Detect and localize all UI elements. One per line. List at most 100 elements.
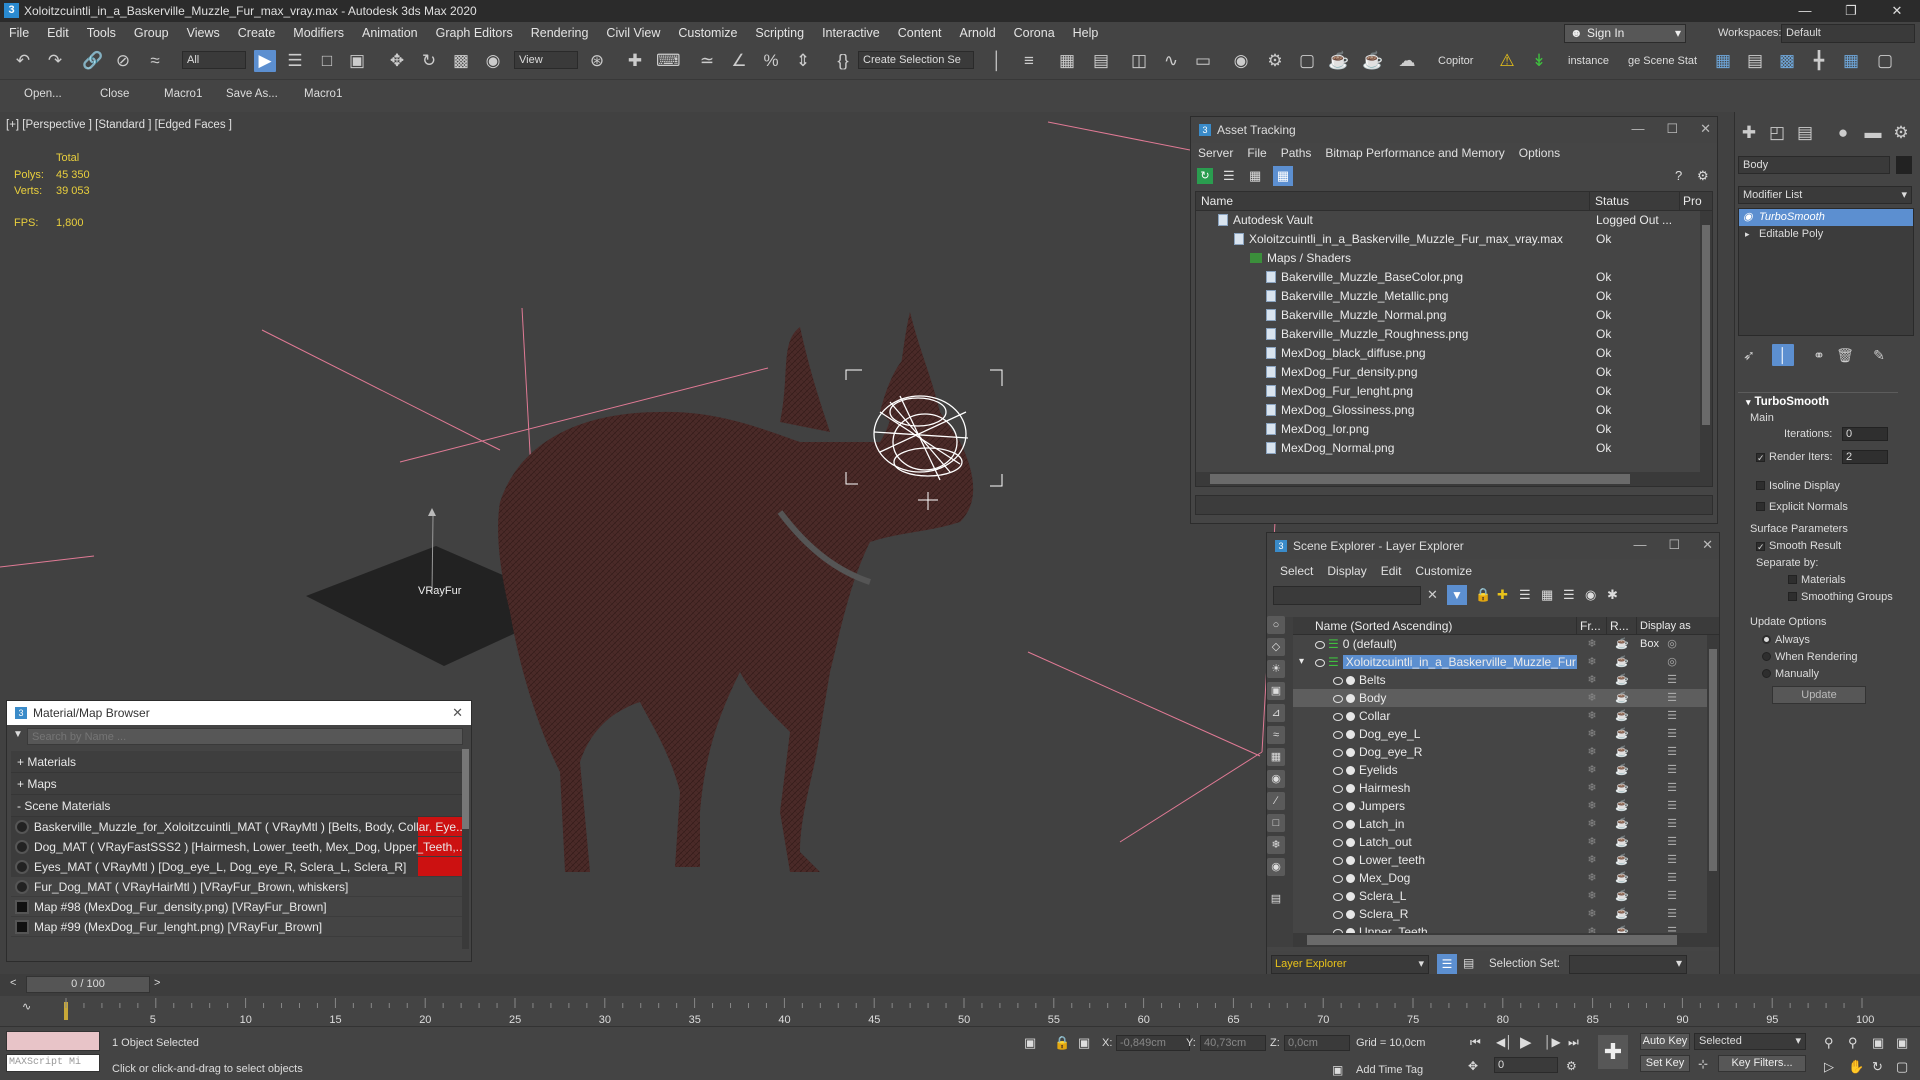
dog-model[interactable]: [498, 312, 974, 872]
close-icon[interactable]: ✕: [1874, 0, 1920, 22]
menu-civil-view[interactable]: Civil View: [597, 26, 669, 40]
render-teapot-icon[interactable]: ☕: [1607, 797, 1637, 815]
display-shapes-icon[interactable]: ◇: [1267, 638, 1285, 656]
utilities-tab-icon[interactable]: ⚙: [1890, 122, 1912, 144]
render-iters-row[interactable]: ✓ Render Iters:: [1756, 451, 1833, 463]
col-render-header[interactable]: R...: [1607, 617, 1637, 634]
menu-group[interactable]: Group: [125, 26, 178, 40]
display-box-icon[interactable]: ☰: [1637, 797, 1707, 815]
smooth-result-row[interactable]: ✓ Smooth Result: [1756, 540, 1841, 552]
visibility-eye-icon[interactable]: [1333, 857, 1343, 865]
freeze-snowflake-icon[interactable]: ❄: [1577, 707, 1607, 725]
render-teapot-icon[interactable]: ☕: [1607, 635, 1637, 653]
snapshot-icon[interactable]: ▤: [1744, 50, 1766, 72]
visibility-eye-icon[interactable]: [1333, 839, 1343, 847]
col-name-sorted-header[interactable]: Name (Sorted Ascending): [1293, 617, 1577, 634]
stack-item-editable-poly[interactable]: ▸ Editable Poly: [1739, 226, 1913, 243]
time-slider-thumb[interactable]: 0 / 100: [26, 976, 150, 993]
smooth-result-checkbox[interactable]: ✓: [1756, 542, 1765, 552]
stack-item-turbosmooth[interactable]: ◉ TurboSmooth: [1739, 209, 1913, 226]
prev-frame-icon[interactable]: <: [10, 977, 16, 989]
snaps-toggle-icon[interactable]: ≃: [696, 50, 718, 72]
menu-views[interactable]: Views: [178, 26, 229, 40]
hierarchy-icon[interactable]: ▦: [1541, 587, 1553, 603]
selection-set-dropdown[interactable]: ▾: [1569, 955, 1687, 974]
redo-icon[interactable]: ↷: [44, 50, 66, 72]
freeze-snowflake-icon[interactable]: ❄: [1577, 689, 1607, 707]
layers-icon[interactable]: ▩: [1776, 50, 1798, 72]
freeze-snowflake-icon[interactable]: ❄: [1577, 815, 1607, 833]
menu-file[interactable]: File: [0, 26, 38, 40]
asset-path-field[interactable]: [1195, 495, 1713, 515]
visibility-eye-icon[interactable]: [1333, 803, 1343, 811]
explorer-type-dropdown[interactable]: Layer Explorer ▾: [1271, 955, 1429, 974]
render-iters-checkbox[interactable]: ✓: [1756, 453, 1765, 463]
manipulate-icon[interactable]: ✚: [624, 50, 646, 72]
materials-checkbox[interactable]: [1788, 575, 1797, 584]
freeze-snowflake-icon[interactable]: ❄: [1577, 905, 1607, 923]
close-icon[interactable]: ✕: [1702, 537, 1713, 553]
macro1-button[interactable]: Macro1: [164, 88, 202, 100]
viewport-layout-icon[interactable]: ▢: [1874, 50, 1896, 72]
render-teapot-icon[interactable]: ☕: [1607, 707, 1637, 725]
asset-tracking-titlebar[interactable]: 3 Asset Tracking — ☐ ✕: [1191, 117, 1717, 143]
render-teapot-icon[interactable]: ☕: [1607, 653, 1637, 671]
minimize-icon[interactable]: —: [1782, 0, 1828, 22]
visibility-eye-icon[interactable]: [1333, 731, 1343, 739]
y-coord-field[interactable]: 40,73cm: [1200, 1035, 1266, 1051]
time-config-icon[interactable]: ⚙: [1566, 1059, 1577, 1073]
layer-explorer-icon[interactable]: ▤: [1090, 50, 1112, 72]
display-box-icon[interactable]: ☰: [1637, 743, 1707, 761]
freeze-snowflake-icon[interactable]: ❄: [1577, 671, 1607, 689]
col-freeze-header[interactable]: Fr...: [1577, 617, 1607, 634]
asset-vscrollbar[interactable]: [1700, 211, 1712, 473]
material-browser-titlebar[interactable]: 3 Material/Map Browser ✕: [7, 701, 471, 725]
render-teapot-icon[interactable]: ☕: [1607, 671, 1637, 689]
help-icon[interactable]: ?: [1675, 168, 1682, 183]
unlink-icon[interactable]: ⊘: [112, 50, 134, 72]
named-selection-dropdown[interactable]: Create Selection Se: [858, 51, 974, 69]
material-scrollbar[interactable]: [462, 749, 469, 949]
turbosmooth-rollout-title[interactable]: ▾ TurboSmooth: [1746, 396, 1829, 408]
scene-material-item[interactable]: Eyes_MAT ( VRayMtl ) [Dog_eye_L, Dog_eye…: [11, 857, 463, 877]
display-box-icon[interactable]: ☰: [1637, 905, 1707, 923]
maximize-viewport-icon[interactable]: ▢: [1896, 1059, 1908, 1075]
category-materials[interactable]: + Materials: [11, 751, 463, 773]
visibility-eye-icon[interactable]: [1333, 695, 1343, 703]
visibility-eye-icon[interactable]: [1333, 911, 1343, 919]
asset-row[interactable]: MexDog_Fur_lenght.png Ok: [1196, 382, 1712, 401]
maxscript-mini-input[interactable]: MAXScript Mi: [6, 1054, 100, 1072]
add-icon[interactable]: ╋: [1808, 50, 1830, 72]
settings-icon[interactable]: ⚙: [1697, 168, 1709, 184]
set-key-big-button[interactable]: ✚: [1598, 1035, 1628, 1069]
current-frame-field[interactable]: 0: [1494, 1057, 1558, 1073]
sort-by-layer-icon[interactable]: ☰: [1437, 954, 1457, 974]
x-coord-field[interactable]: -0,849cm: [1116, 1035, 1190, 1051]
menu-scripting[interactable]: Scripting: [746, 26, 813, 40]
asset-row[interactable]: Autodesk Vault Logged Out ...: [1196, 211, 1712, 230]
asset-row[interactable]: Maps / Shaders: [1196, 249, 1712, 268]
menu-interactive[interactable]: Interactive: [813, 26, 889, 40]
rendered-frame-icon[interactable]: ▢: [1296, 50, 1318, 72]
object-row[interactable]: Sclera_L ❄ ☕ ☰: [1293, 887, 1719, 905]
material-editor-icon[interactable]: ◉: [1230, 50, 1252, 72]
maxscript-listener[interactable]: [6, 1031, 100, 1051]
chevron-right-icon[interactable]: ▸: [1745, 226, 1750, 243]
render-teapot-icon[interactable]: ☕: [1607, 869, 1637, 887]
viewport-label[interactable]: [+] [Perspective ] [Standard ] [Edged Fa…: [6, 119, 232, 131]
display-box-icon[interactable]: ◎: [1637, 635, 1707, 653]
asset-row[interactable]: MexDog_Normal.png Ok: [1196, 439, 1712, 458]
object-row[interactable]: Belts ❄ ☕ ☰: [1293, 671, 1719, 689]
menu-rendering[interactable]: Rendering: [522, 26, 598, 40]
display-box-icon[interactable]: ☰: [1637, 725, 1707, 743]
visibility-eye-icon[interactable]: [1333, 677, 1343, 685]
render-teapot-icon[interactable]: ☕: [1607, 725, 1637, 743]
display-box-icon[interactable]: ☰: [1637, 689, 1707, 707]
modify-tab-icon[interactable]: ◰: [1766, 122, 1788, 144]
render-teapot-icon[interactable]: ☕: [1607, 815, 1637, 833]
lock-icon[interactable]: 🔒: [1475, 587, 1491, 603]
render-setup-icon[interactable]: ⚙: [1264, 50, 1286, 72]
pin-stack-icon[interactable]: ➶: [1738, 344, 1760, 366]
render-teapot-icon[interactable]: ☕: [1607, 905, 1637, 923]
freeze-snowflake-icon[interactable]: ❄: [1577, 779, 1607, 797]
